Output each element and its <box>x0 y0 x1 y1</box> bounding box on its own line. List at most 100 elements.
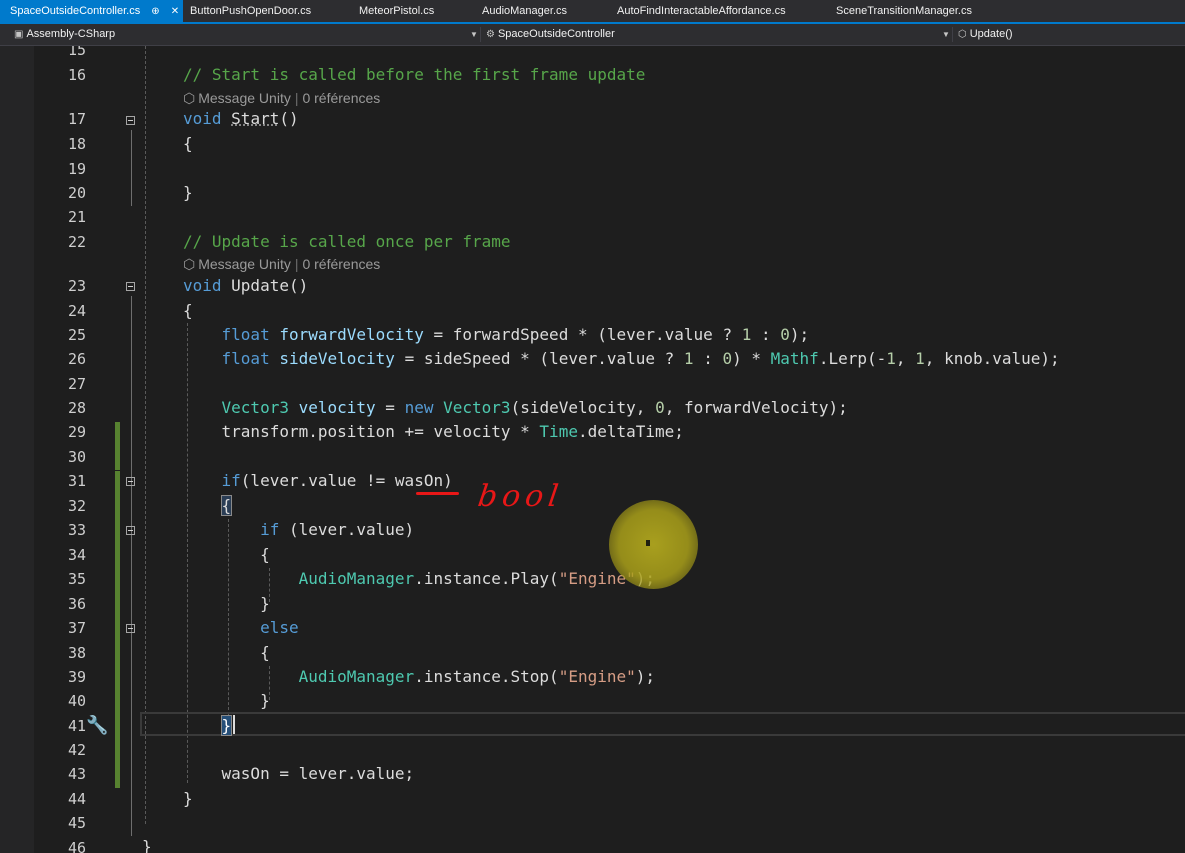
project-dropdown[interactable]: ▣ Assembly-CSharp <box>14 24 115 45</box>
code-line-37[interactable]: 37 else <box>0 616 1185 640</box>
code-line-44[interactable]: 44} <box>0 787 1185 811</box>
code-line-42[interactable]: 42 <box>0 738 1185 762</box>
code-token: Vector3 <box>221 398 289 417</box>
code-text: AudioManager.instance.Play("Engine"); <box>183 567 655 591</box>
code-text: { <box>183 641 270 665</box>
tab-label: SpaceOutsideController.cs <box>10 5 141 17</box>
divider <box>952 27 953 42</box>
code-token: 1 <box>683 349 694 368</box>
class-icon: ⚙ <box>486 29 495 40</box>
quick-actions-wrench-icon[interactable]: 🔧 <box>86 715 108 736</box>
code-text: void Update() <box>183 274 308 298</box>
code-line-46[interactable]: 46 <box>0 836 1185 853</box>
code-token: { <box>183 643 270 662</box>
tab-meteorpistol[interactable]: MeteorPistol.cs <box>359 0 434 22</box>
code-text: } <box>183 592 270 616</box>
code-line-19[interactable]: 19 <box>0 157 1185 181</box>
code-token: sideVelocity <box>269 349 395 368</box>
code-token: } <box>183 691 270 710</box>
project-label: Assembly-CSharp <box>26 28 116 40</box>
line-number: 43 <box>67 765 86 783</box>
tab-audiomanager[interactable]: AudioManager.cs <box>482 0 567 22</box>
code-token: , <box>895 349 916 368</box>
code-token: forwardVelocity <box>269 325 424 344</box>
codelens-kind: Message Unity <box>198 90 291 106</box>
tab-scenetransitionmanager[interactable]: SceneTransitionManager.cs <box>836 0 972 22</box>
chevron-down-icon[interactable]: ▼ <box>470 24 478 45</box>
code-line-25[interactable]: 25 float forwardVelocity = forwardSpeed … <box>0 323 1185 347</box>
closing-brace: } <box>142 837 152 853</box>
code-token: .Lerp(- <box>818 349 887 368</box>
tab-label: AutoFindInteractableAffordance.cs <box>617 5 786 17</box>
code-text: } <box>183 714 233 738</box>
code-line-22[interactable]: 22 // Update is called once per frame <box>0 230 1185 254</box>
code-token: void <box>183 109 222 128</box>
code-token: 0 <box>722 349 733 368</box>
code-line-30[interactable]: 30 <box>0 445 1185 469</box>
codelens-update[interactable]: ⬡ Message Unity | 0 références <box>183 254 380 274</box>
document-tab-strip: SpaceOutsideController.cs ⊕ ✕ ButtonPush… <box>0 0 1185 24</box>
line-number: 18 <box>67 135 86 153</box>
code-line-40[interactable]: 40 } <box>0 689 1185 713</box>
code-token: : <box>751 325 781 344</box>
code-token: = sideSpeed * (lever.value ? <box>394 349 684 368</box>
pin-icon[interactable]: ⊕ <box>151 1 159 23</box>
code-line-28[interactable]: 28 Vector3 velocity = new Vector3(sideVe… <box>0 396 1185 420</box>
mouse-cursor-highlight <box>609 500 698 589</box>
code-token: { <box>183 545 270 564</box>
line-number: 26 <box>67 350 86 368</box>
code-line-43[interactable]: 43 wasOn = lever.value; <box>0 762 1185 786</box>
chevron-down-icon[interactable]: ▼ <box>942 24 950 45</box>
divider: | <box>294 90 299 106</box>
code-line-27[interactable]: 27 <box>0 372 1185 396</box>
member-dropdown[interactable]: ⬡ Update() <box>958 24 1013 45</box>
codelens-kind: Message Unity <box>198 256 291 272</box>
code-token: velocity <box>288 398 376 417</box>
code-line-15[interactable]: 15 <box>0 46 1185 62</box>
code-token: float <box>221 325 270 344</box>
code-line-35[interactable]: 35 AudioManager.instance.Play("Engine"); <box>0 567 1185 591</box>
code-line-18[interactable]: 18 { <box>0 132 1185 156</box>
codelens-start[interactable]: ⬡ Message Unity | 0 références <box>183 88 380 108</box>
code-line-33[interactable]: 33 if (lever.value) <box>0 518 1185 542</box>
type-dropdown[interactable]: ⚙ SpaceOutsideController <box>486 24 615 45</box>
code-token: if <box>221 471 241 490</box>
text-caret <box>233 715 235 734</box>
code-text: // Start is called before the first fram… <box>183 63 645 87</box>
code-token: } <box>183 594 270 613</box>
code-line-36[interactable]: 36 } <box>0 592 1185 616</box>
tab-spaceoutsidecontroller[interactable]: SpaceOutsideController.cs ⊕ ✕ <box>0 0 184 23</box>
code-token: 0 <box>780 325 790 344</box>
line-number: 38 <box>67 644 86 662</box>
code-text: } <box>183 787 193 811</box>
code-line-41[interactable]: 41 } <box>0 714 1185 738</box>
code-line-23[interactable]: 23 void Update() <box>0 274 1185 298</box>
line-number: 21 <box>67 208 86 226</box>
code-line-26[interactable]: 26 float sideVelocity = sideSpeed * (lev… <box>0 347 1185 371</box>
code-token: () <box>279 109 299 128</box>
code-line-21[interactable]: 21 <box>0 205 1185 229</box>
code-line-17[interactable]: 17 void Start() <box>0 107 1185 131</box>
codelens-refs[interactable]: 0 références <box>302 256 380 272</box>
code-token: AudioManager <box>298 569 415 588</box>
tab-autofindinteractableaffordance[interactable]: AutoFindInteractableAffordance.cs <box>617 0 786 22</box>
code-line-29[interactable]: 29 transform.position += velocity * Time… <box>0 420 1185 444</box>
code-editor[interactable]: ⬡ Message Unity | 0 références ⬡ Message Uni… <box>0 46 1185 853</box>
code-line-20[interactable]: 20} <box>0 181 1185 205</box>
code-line-32[interactable]: 32 { <box>0 494 1185 518</box>
code-line-16[interactable]: 16 // Start is called before the first fr… <box>0 63 1185 87</box>
code-line-39[interactable]: 39 AudioManager.instance.Stop("Engine"); <box>0 665 1185 689</box>
codelens-refs[interactable]: 0 références <box>302 90 380 106</box>
line-number: 22 <box>67 233 86 251</box>
tab-buttonpushopendoor[interactable]: ButtonPushOpenDoor.cs <box>190 0 311 22</box>
code-line-38[interactable]: 38 { <box>0 641 1185 665</box>
code-line-31[interactable]: 31 if(lever.value != wasOn) <box>0 469 1185 493</box>
close-icon[interactable]: ✕ <box>171 1 179 23</box>
code-line-34[interactable]: 34 { <box>0 543 1185 567</box>
code-line-24[interactable]: 24 { <box>0 299 1185 323</box>
code-token: { <box>220 495 233 516</box>
